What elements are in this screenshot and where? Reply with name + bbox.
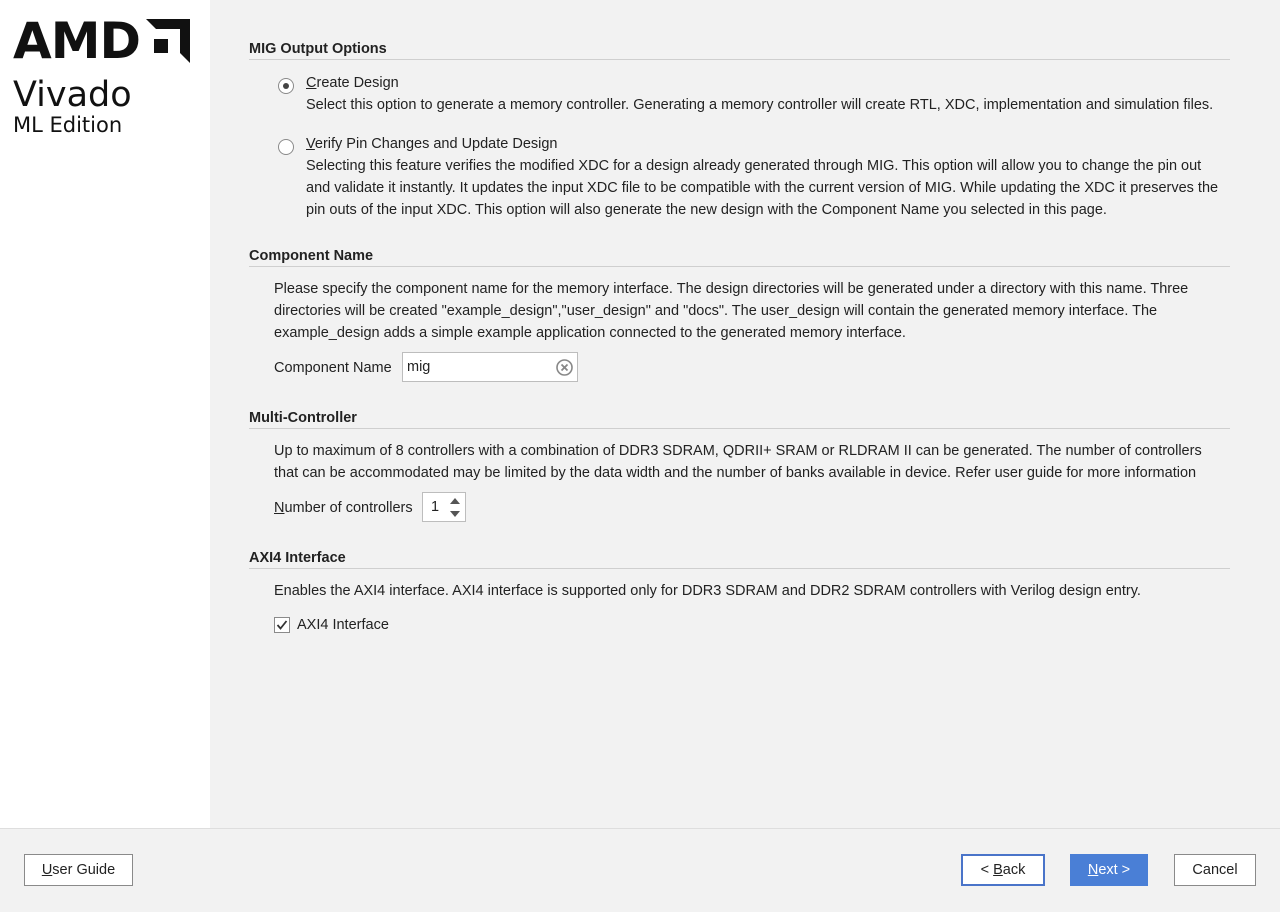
section-title-mig-output: MIG Output Options [249,41,1230,60]
clear-icon[interactable] [556,359,573,376]
create-design-description: Select this option to generate a memory … [306,97,1214,113]
number-of-controllers-spinner[interactable]: 1 [422,492,466,522]
amd-wordmark: AMD [13,12,141,70]
multi-controller-description-line: that can be accommodated may be limited … [274,465,1197,481]
component-name-input[interactable] [405,358,549,376]
wizard-footer: User Guide < Back Next > Cancel [0,828,1280,912]
axi4-checkbox-label[interactable]: AXI4 Interface [297,614,389,636]
amd-vivado-logo: AMD Vivado ML Edition [13,12,203,137]
verify-pin-description-line: pin outs of the input XDC. This option w… [306,202,1107,218]
spin-down-icon[interactable] [448,507,462,520]
checkmark-icon [276,620,288,630]
number-of-controllers-value[interactable]: 1 [431,499,439,515]
component-name-description-line: directories will be created "example_des… [274,303,1158,319]
product-name: Vivado [13,75,132,115]
verify-pin-label[interactable]: Verify Pin Changes and Update Design [306,133,558,155]
user-guide-button[interactable]: User Guide [24,854,133,886]
section-title-multi-controller: Multi-Controller [249,410,1230,429]
back-button[interactable]: < Back [961,854,1045,886]
cancel-button[interactable]: Cancel [1174,854,1256,886]
section-title-component-name: Component Name [249,248,1230,267]
next-button[interactable]: Next > [1070,854,1148,886]
axi4-description: Enables the AXI4 interface. AXI4 interfa… [274,583,1141,599]
create-design-radio[interactable] [278,78,294,94]
component-name-label: Component Name [274,360,392,376]
create-design-label[interactable]: Create Design [306,72,399,94]
component-name-field[interactable] [402,352,578,382]
wizard-content: MIG Output Options Create Design Select … [210,0,1280,828]
edition-name: ML Edition [13,113,123,137]
verify-pin-description-line: Selecting this feature verifies the modi… [306,158,1202,174]
verify-pin-description-line: and validate it instantly. It updates th… [306,180,1219,196]
component-name-description-line: Please specify the component name for th… [274,281,1189,297]
section-title-axi4: AXI4 Interface [249,550,1230,569]
component-name-description-line: example_design adds a simple example app… [274,325,906,341]
verify-pin-radio[interactable] [278,139,294,155]
spin-up-icon[interactable] [448,494,462,507]
axi4-checkbox[interactable] [274,617,290,633]
multi-controller-description-line: Up to maximum of 8 controllers with a co… [274,443,1202,459]
amd-arrow-icon [145,19,190,63]
number-of-controllers-label: Number of controllers [274,500,413,516]
sidebar: AMD Vivado ML Edition [0,0,210,828]
